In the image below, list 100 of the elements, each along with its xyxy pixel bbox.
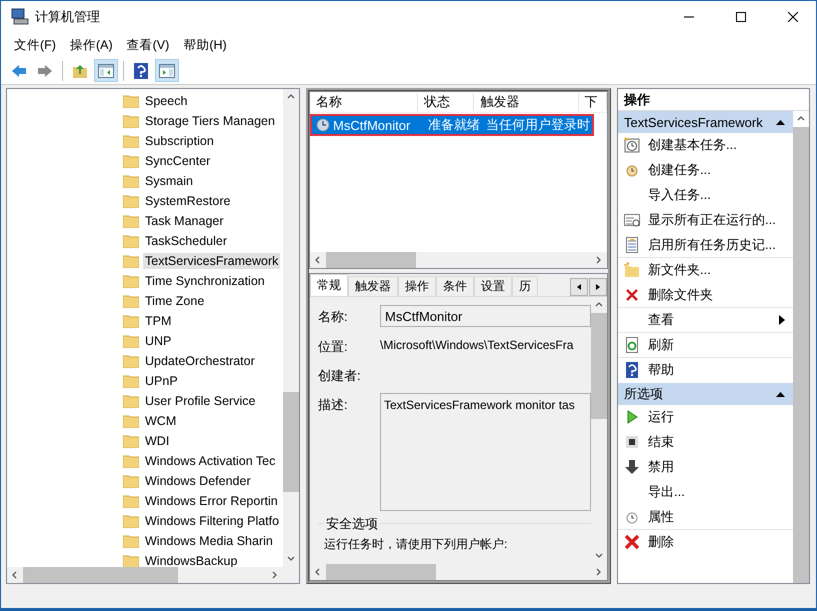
folder-icon xyxy=(123,374,139,388)
tree-item[interactable]: Storage Tiers Managen xyxy=(143,113,277,129)
scrollbar-thumb[interactable] xyxy=(23,567,178,583)
action-item[interactable]: 新文件夹... xyxy=(648,261,793,279)
tree-item[interactable]: Windows Filtering Platfo xyxy=(143,513,282,529)
vertical-scrollbar[interactable] xyxy=(283,89,299,567)
field-label: 描述: xyxy=(318,396,349,414)
folder-icon xyxy=(123,494,139,508)
action-item[interactable]: 刷新 xyxy=(648,336,793,354)
action-item[interactable]: 结束 xyxy=(648,433,793,451)
tree-item[interactable]: TPM xyxy=(143,313,174,329)
section-header[interactable]: TextServicesFramework xyxy=(618,111,793,133)
action-item[interactable]: 导出... xyxy=(648,483,793,501)
column-header[interactable]: 触发器 xyxy=(474,93,579,111)
tab[interactable]: 设置 xyxy=(474,276,512,296)
tree-item[interactable]: Windows Media Sharin xyxy=(143,533,275,549)
tree-item[interactable]: SystemRestore xyxy=(143,193,232,209)
toolbar-button[interactable] xyxy=(155,59,179,82)
scrollbar-thumb[interactable] xyxy=(591,313,607,419)
forward-arrow-icon xyxy=(37,64,53,78)
action-item[interactable]: 查看 xyxy=(648,311,771,329)
tab[interactable]: 常规 xyxy=(310,274,348,296)
menu-item[interactable]: 操作(A) xyxy=(62,36,120,54)
tree-item[interactable]: Windows Error Reportin xyxy=(143,493,280,509)
tree-item[interactable]: Windows Activation Tec xyxy=(143,453,278,469)
action-item[interactable]: 创建基本任务... xyxy=(648,136,793,154)
refresh-icon xyxy=(624,337,640,353)
tree-item[interactable]: Subscription xyxy=(143,133,216,149)
tree-item[interactable]: SyncCenter xyxy=(143,153,212,169)
tree-item[interactable]: Speech xyxy=(143,93,190,109)
tab[interactable]: 触发器 xyxy=(348,276,398,296)
tab[interactable]: 操作 xyxy=(398,276,436,296)
clock-task-icon xyxy=(624,137,640,153)
back-arrow-icon xyxy=(11,64,27,78)
toolbar-button[interactable] xyxy=(94,59,118,82)
tree-item[interactable]: UPnP xyxy=(143,373,180,389)
action-item[interactable]: 启用所有任务历史记... xyxy=(648,236,793,254)
action-item[interactable]: 删除 xyxy=(648,533,793,551)
action-item[interactable]: 运行 xyxy=(648,408,793,426)
table-cell: MsCtfMonitor xyxy=(316,118,428,132)
folder-icon xyxy=(123,534,139,548)
delete-icon xyxy=(624,287,640,303)
action-item[interactable]: 创建任务... xyxy=(648,161,793,179)
folder-icon xyxy=(123,154,139,168)
document-list-icon xyxy=(624,237,640,253)
tab-scroll-left-button[interactable] xyxy=(570,278,588,296)
column-header[interactable]: 下 xyxy=(578,93,607,111)
folder-icon xyxy=(123,234,139,248)
folder-icon xyxy=(123,274,139,288)
tree-item[interactable]: Time Zone xyxy=(143,293,206,309)
folder-up-icon xyxy=(72,62,88,78)
name-field[interactable]: MsCtfMonitor xyxy=(380,305,591,327)
left-triangle-icon xyxy=(577,284,581,290)
scrollbar-thumb[interactable] xyxy=(326,564,436,580)
tree-item[interactable]: Task Manager xyxy=(143,213,226,229)
folder-icon xyxy=(123,194,139,208)
tree-item[interactable]: UpdateOrchestrator xyxy=(143,353,257,369)
description-field[interactable]: TextServicesFramework monitor tas xyxy=(380,393,591,511)
folder-icon xyxy=(123,174,139,188)
tree-item[interactable]: Sysmain xyxy=(143,173,195,189)
folder-icon xyxy=(123,474,139,488)
action-item[interactable]: 帮助 xyxy=(648,361,793,379)
tree-item[interactable]: TextServicesFramework xyxy=(143,253,280,269)
folder-icon xyxy=(123,214,139,228)
folder-icon xyxy=(123,394,139,408)
action-item[interactable]: 属性 xyxy=(648,508,793,526)
folder-icon xyxy=(123,454,139,468)
menu-item[interactable]: 查看(V) xyxy=(120,36,176,54)
scrollbar-thumb[interactable] xyxy=(283,392,299,492)
horizontal-scrollbar[interactable] xyxy=(7,567,299,583)
column-header[interactable]: 状态 xyxy=(418,93,474,111)
action-item[interactable]: 导入任务... xyxy=(648,186,793,204)
menu-item[interactable]: 帮助(H) xyxy=(176,36,234,54)
folder-icon xyxy=(123,354,139,368)
task-row[interactable]: MsCtfMonitor 准备就绪 当任何用户登录时 xyxy=(310,114,594,136)
menu-item[interactable]: 文件(F) xyxy=(7,36,63,54)
section-header[interactable]: 所选项 xyxy=(618,383,793,405)
tree-item[interactable]: Time Synchronization xyxy=(143,273,267,289)
field-value: \Microsoft\Windows\TextServicesFra xyxy=(380,337,574,352)
tree-item[interactable]: TaskScheduler xyxy=(143,233,229,249)
folder-icon xyxy=(123,434,139,448)
action-item[interactable]: 禁用 xyxy=(648,458,793,476)
action-item[interactable]: 显示所有正在运行的... xyxy=(648,211,793,229)
horizontal-scrollbar[interactable] xyxy=(310,252,607,268)
tree-item[interactable]: Windows Defender xyxy=(143,473,253,489)
show-pane-icon xyxy=(159,64,175,78)
maximize-icon xyxy=(736,12,746,22)
window-title: 计算机管理 xyxy=(35,8,101,26)
tab[interactable]: 历 xyxy=(512,276,538,296)
tree-item[interactable]: UNP xyxy=(143,333,174,349)
scrollbar-thumb[interactable] xyxy=(326,252,416,268)
field-label: 位置: xyxy=(318,338,349,356)
tab[interactable]: 条件 xyxy=(436,276,474,296)
tree-item[interactable]: User Profile Service xyxy=(143,393,258,409)
group-title: 安全选项 xyxy=(324,515,380,533)
tree-item[interactable]: WDI xyxy=(143,433,172,449)
column-header[interactable]: 名称 xyxy=(310,93,418,111)
tree-item[interactable]: WCM xyxy=(143,413,178,429)
action-item[interactable]: 删除文件夹 xyxy=(648,286,793,304)
tab-scroll-right-button[interactable] xyxy=(589,278,607,296)
